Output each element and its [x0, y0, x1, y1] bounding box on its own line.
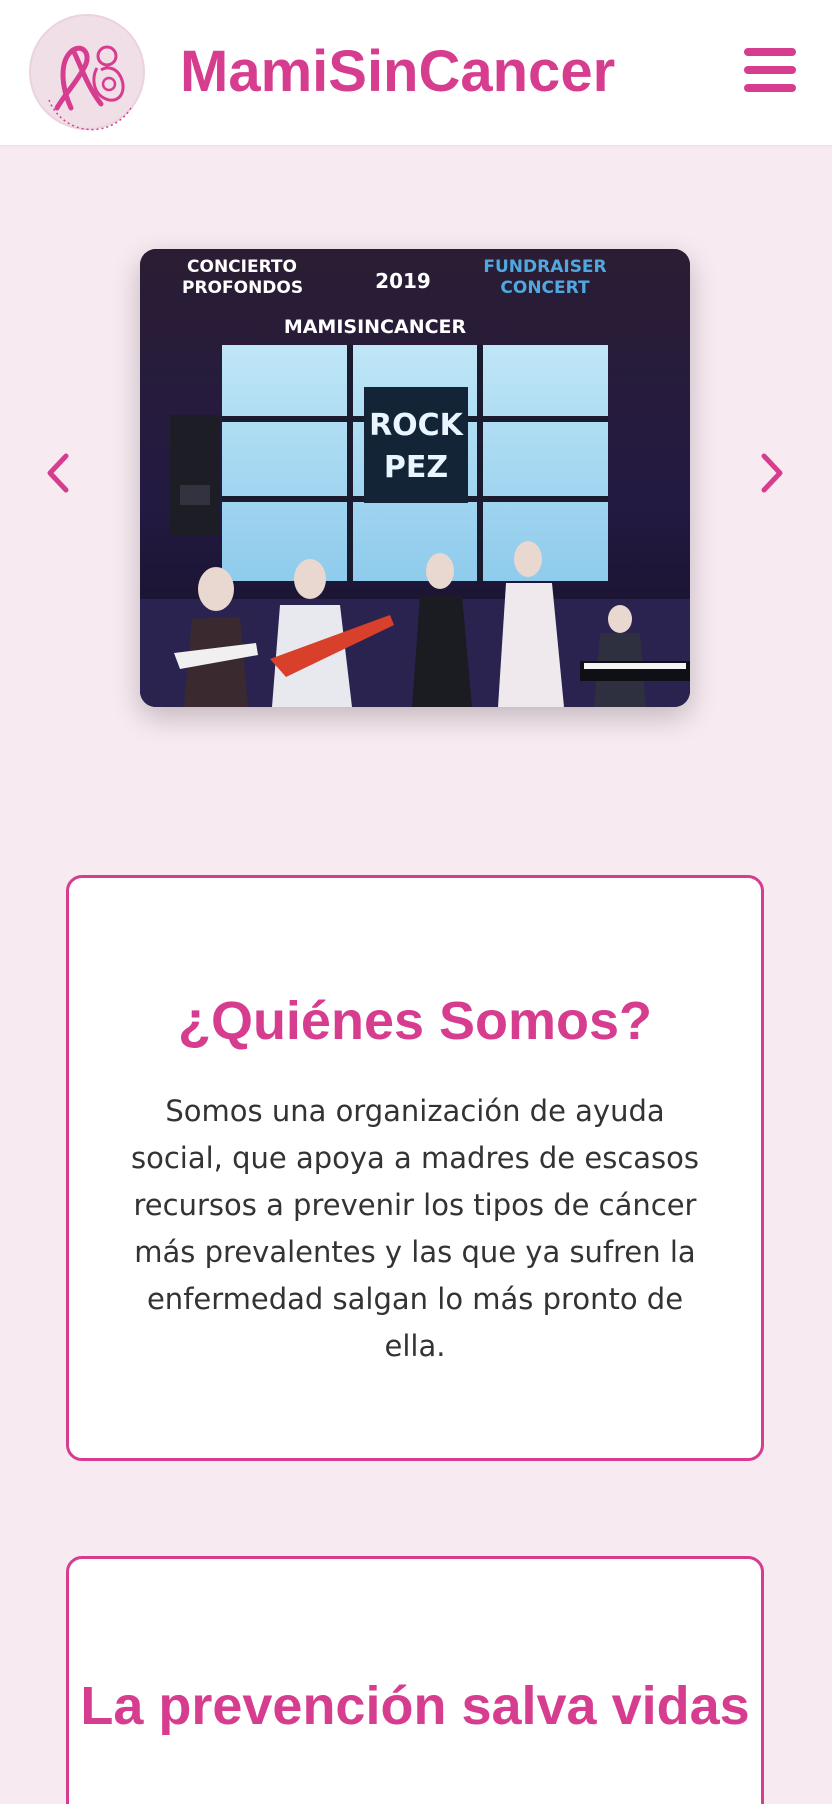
about-title: ¿Quiénes Somos? — [177, 991, 653, 1051]
prevention-title: La prevención salva vidas — [80, 1676, 750, 1736]
poster-text-org: MAMISINCANCER — [283, 316, 467, 338]
ribbon-mother-logo-icon — [48, 45, 132, 131]
chevron-right-icon — [761, 453, 783, 493]
svg-text:ROCK: ROCK — [369, 408, 465, 443]
site-logo[interactable] — [29, 14, 145, 131]
svg-text:PEZ: PEZ — [384, 450, 448, 485]
hamburger-menu-icon — [744, 66, 796, 74]
prevention-card: La prevención salva vidas — [66, 1556, 764, 1804]
hamburger-menu-button[interactable] — [744, 46, 796, 94]
poster-text-year: 2019 — [375, 269, 431, 293]
page: MamiSinCancer ROCK PEZ CONCIERTO PROFOND… — [0, 0, 832, 1804]
hamburger-menu-icon — [744, 48, 796, 56]
about-card: ¿Quiénes Somos? Somos una organización d… — [66, 875, 764, 1461]
site-title[interactable]: MamiSinCancer — [180, 38, 615, 106]
chevron-left-icon — [47, 453, 69, 493]
site-header: MamiSinCancer — [0, 0, 832, 145]
carousel-next-button[interactable] — [752, 448, 792, 498]
carousel-prev-button[interactable] — [38, 448, 78, 498]
poster-text-fundraiser: FUNDRAISER CONCERT — [483, 257, 607, 298]
poster-text-concierto: CONCIERTO PROFONDOS — [182, 257, 304, 298]
about-text: Somos una organización de ayuda social, … — [130, 1094, 699, 1363]
hamburger-menu-icon — [744, 84, 796, 92]
carousel-slide-image[interactable]: ROCK PEZ CONCIERTO PROFONDOS 2019 FUNDRA… — [140, 249, 690, 707]
